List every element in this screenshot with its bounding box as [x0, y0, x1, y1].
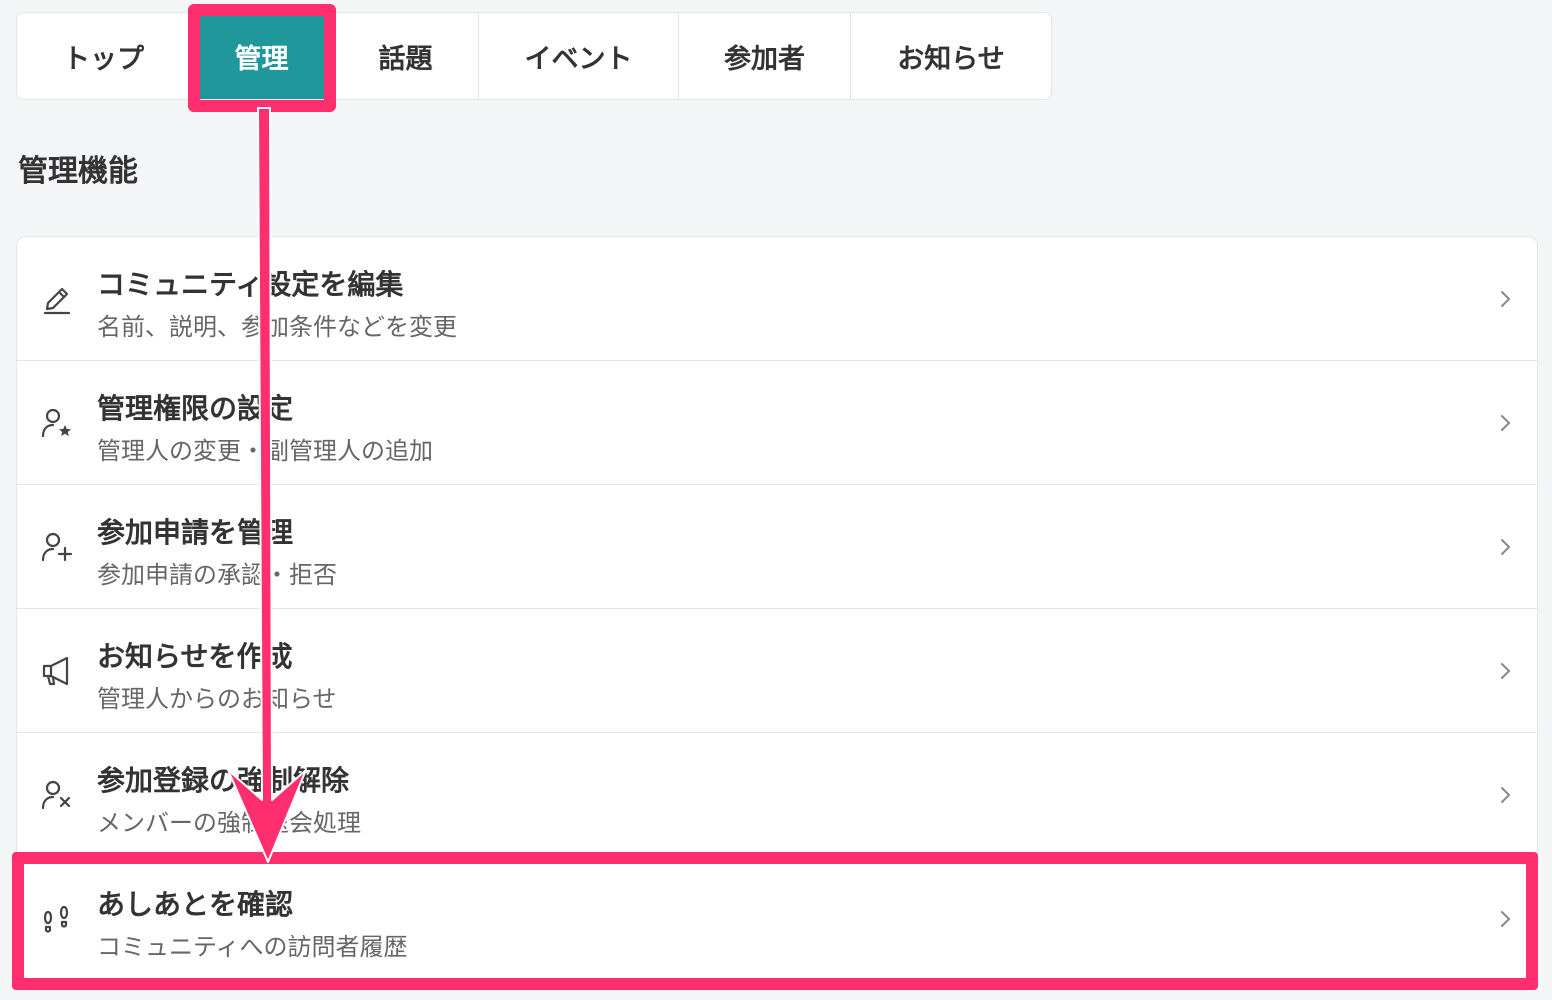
- admin-menu: コミュニティ設定を編集 名前、説明、参加条件などを変更 管理権限の設定 管理人の…: [16, 236, 1538, 986]
- menu-item-join-requests[interactable]: 参加申請を管理 参加申請の承認・拒否: [17, 485, 1537, 609]
- menu-item-title: あしあとを確認: [97, 888, 294, 921]
- tab-events[interactable]: イベント: [479, 13, 679, 99]
- tab-admin[interactable]: 管理: [191, 13, 333, 99]
- user-plus-icon: [39, 529, 75, 565]
- menu-item-create-notice[interactable]: お知らせを作成 管理人からのお知らせ: [17, 609, 1537, 733]
- tab-notices[interactable]: お知らせ: [851, 13, 1051, 99]
- section-title: 管理機能: [18, 154, 138, 189]
- tab-bar: トップ 管理 話題 イベント 参加者 お知らせ: [16, 12, 1052, 100]
- menu-item-title: お知らせを作成: [97, 640, 293, 673]
- menu-item-title: 参加登録の強制解除: [97, 764, 350, 797]
- tab-top[interactable]: トップ: [17, 13, 191, 99]
- menu-item-title: 参加申請を管理: [97, 516, 294, 549]
- menu-item-subtitle: 名前、説明、参加条件などを変更: [97, 313, 457, 341]
- chevron-right-icon: [1501, 911, 1510, 927]
- menu-item-subtitle: 管理人からのお知らせ: [97, 685, 337, 713]
- megaphone-icon: [39, 653, 75, 689]
- menu-item-footprints[interactable]: あしあとを確認 コミュニティへの訪問者履歴: [17, 857, 1537, 985]
- menu-item-subtitle: メンバーの強制退会処理: [97, 809, 361, 837]
- footprints-icon: [39, 901, 75, 937]
- menu-item-subtitle: 管理人の変更・副管理人の追加: [97, 437, 433, 465]
- tab-topics[interactable]: 話題: [333, 13, 479, 99]
- tab-members[interactable]: 参加者: [679, 13, 851, 99]
- chevron-right-icon: [1501, 415, 1510, 431]
- chevron-right-icon: [1501, 291, 1510, 307]
- chevron-right-icon: [1501, 539, 1510, 555]
- menu-item-edit-settings[interactable]: コミュニティ設定を編集 名前、説明、参加条件などを変更: [17, 237, 1537, 361]
- menu-item-title: 管理権限の設定: [97, 392, 294, 425]
- menu-item-subtitle: 参加申請の承認・拒否: [97, 561, 337, 589]
- menu-item-admin-permissions[interactable]: 管理権限の設定 管理人の変更・副管理人の追加: [17, 361, 1537, 485]
- menu-item-subtitle: コミュニティへの訪問者履歴: [97, 933, 408, 961]
- menu-item-title: コミュニティ設定を編集: [97, 268, 404, 301]
- pencil-icon: [39, 281, 75, 317]
- chevron-right-icon: [1501, 787, 1510, 803]
- user-x-icon: [39, 777, 75, 813]
- chevron-right-icon: [1501, 663, 1510, 679]
- menu-item-force-remove[interactable]: 参加登録の強制解除 メンバーの強制退会処理: [17, 733, 1537, 857]
- user-star-icon: [39, 405, 75, 441]
